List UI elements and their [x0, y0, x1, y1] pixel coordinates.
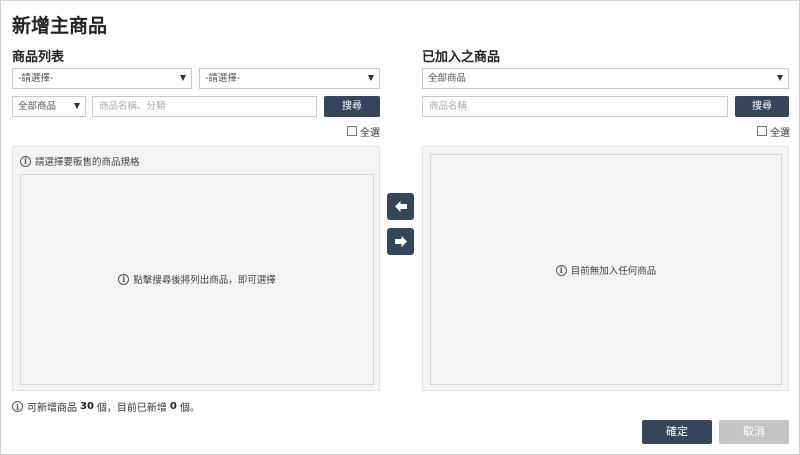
product-list-empty-text: 點擊搜尋後將列出商品，即可選擇 [133, 275, 276, 286]
added-search-input[interactable]: 商品名稱 [422, 96, 728, 117]
product-list-empty-message: i 點擊搜尋後將列出商品，即可選擇 [21, 272, 373, 286]
added-scope-value: 全部商品 [428, 73, 467, 84]
added-products-empty-text: 目前無加入任何商品 [570, 266, 657, 277]
product-scope-select[interactable]: 全部商品 [12, 96, 86, 117]
product-search-placeholder: 商品名稱、分類 [99, 101, 166, 112]
added-select-all-label: 全選 [770, 127, 790, 139]
primary-category-value: -請選擇- [18, 73, 54, 84]
quota-mid: 個，目前已新增 [96, 403, 167, 414]
checkbox-box[interactable] [757, 126, 767, 136]
product-hint: i 請選擇要販售的商品規格 [20, 154, 140, 168]
move-left-button[interactable] [387, 193, 414, 220]
added-products-empty-message: i 目前無加入任何商品 [431, 263, 781, 277]
product-hint-text: 請選擇要販售的商品規格 [35, 157, 140, 168]
caret-down-icon [74, 103, 80, 109]
checkbox-box[interactable] [347, 126, 357, 136]
primary-category-select[interactable]: -請選擇- [12, 68, 192, 89]
product-search-input[interactable]: 商品名稱、分類 [92, 96, 317, 117]
info-circle-icon: i [118, 273, 130, 285]
quota-note: i 可新增商品 30 個，目前已新增 0 個。 [12, 399, 200, 414]
arrow-left-icon [394, 201, 407, 212]
product-list-area: i 點擊搜尋後將列出商品，即可選擇 [20, 174, 374, 385]
caret-down-icon [777, 75, 783, 81]
select-all-label: 全選 [360, 127, 380, 139]
cancel-button[interactable]: 取消 [719, 420, 789, 444]
quota-prefix: 可新增商品 [27, 403, 77, 414]
confirm-button[interactable]: 確定 [642, 420, 712, 444]
arrow-right-icon [394, 236, 407, 247]
info-circle-icon: i [20, 155, 31, 167]
added-search-placeholder: 商品名稱 [429, 101, 468, 112]
select-all-checkbox[interactable]: 全選 [347, 125, 380, 139]
move-right-button[interactable] [387, 228, 414, 255]
quota-max: 30 [80, 401, 94, 412]
quota-current: 0 [169, 401, 177, 412]
add-main-product-dialog: 新增主商品 商品列表 -請選擇- -請選擇- 全部商品 商品名稱、分類 搜尋 全… [0, 0, 800, 455]
secondary-category-value: -請選擇- [205, 73, 241, 84]
quota-suffix: 個。 [179, 403, 200, 414]
added-products-panel: i 目前無加入任何商品 [422, 146, 789, 391]
product-list-panel: i 請選擇要販售的商品規格 i 點擊搜尋後將列出商品，即可選擇 [12, 146, 380, 391]
product-list-label: 商品列表 [12, 50, 65, 65]
added-search-button[interactable]: 搜尋 [735, 96, 789, 117]
added-products-area: i 目前無加入任何商品 [430, 154, 782, 385]
product-scope-value: 全部商品 [18, 101, 57, 112]
info-circle-icon: i [555, 264, 567, 276]
info-circle-icon: i [12, 401, 23, 412]
dialog-title: 新增主商品 [12, 15, 108, 37]
search-button[interactable]: 搜尋 [324, 96, 380, 117]
caret-down-icon [368, 75, 374, 81]
added-products-label: 已加入之商品 [422, 50, 501, 65]
caret-down-icon [180, 75, 186, 81]
added-select-all-checkbox[interactable]: 全選 [757, 125, 790, 139]
secondary-category-select[interactable]: -請選擇- [199, 68, 380, 89]
added-scope-select[interactable]: 全部商品 [422, 68, 789, 89]
